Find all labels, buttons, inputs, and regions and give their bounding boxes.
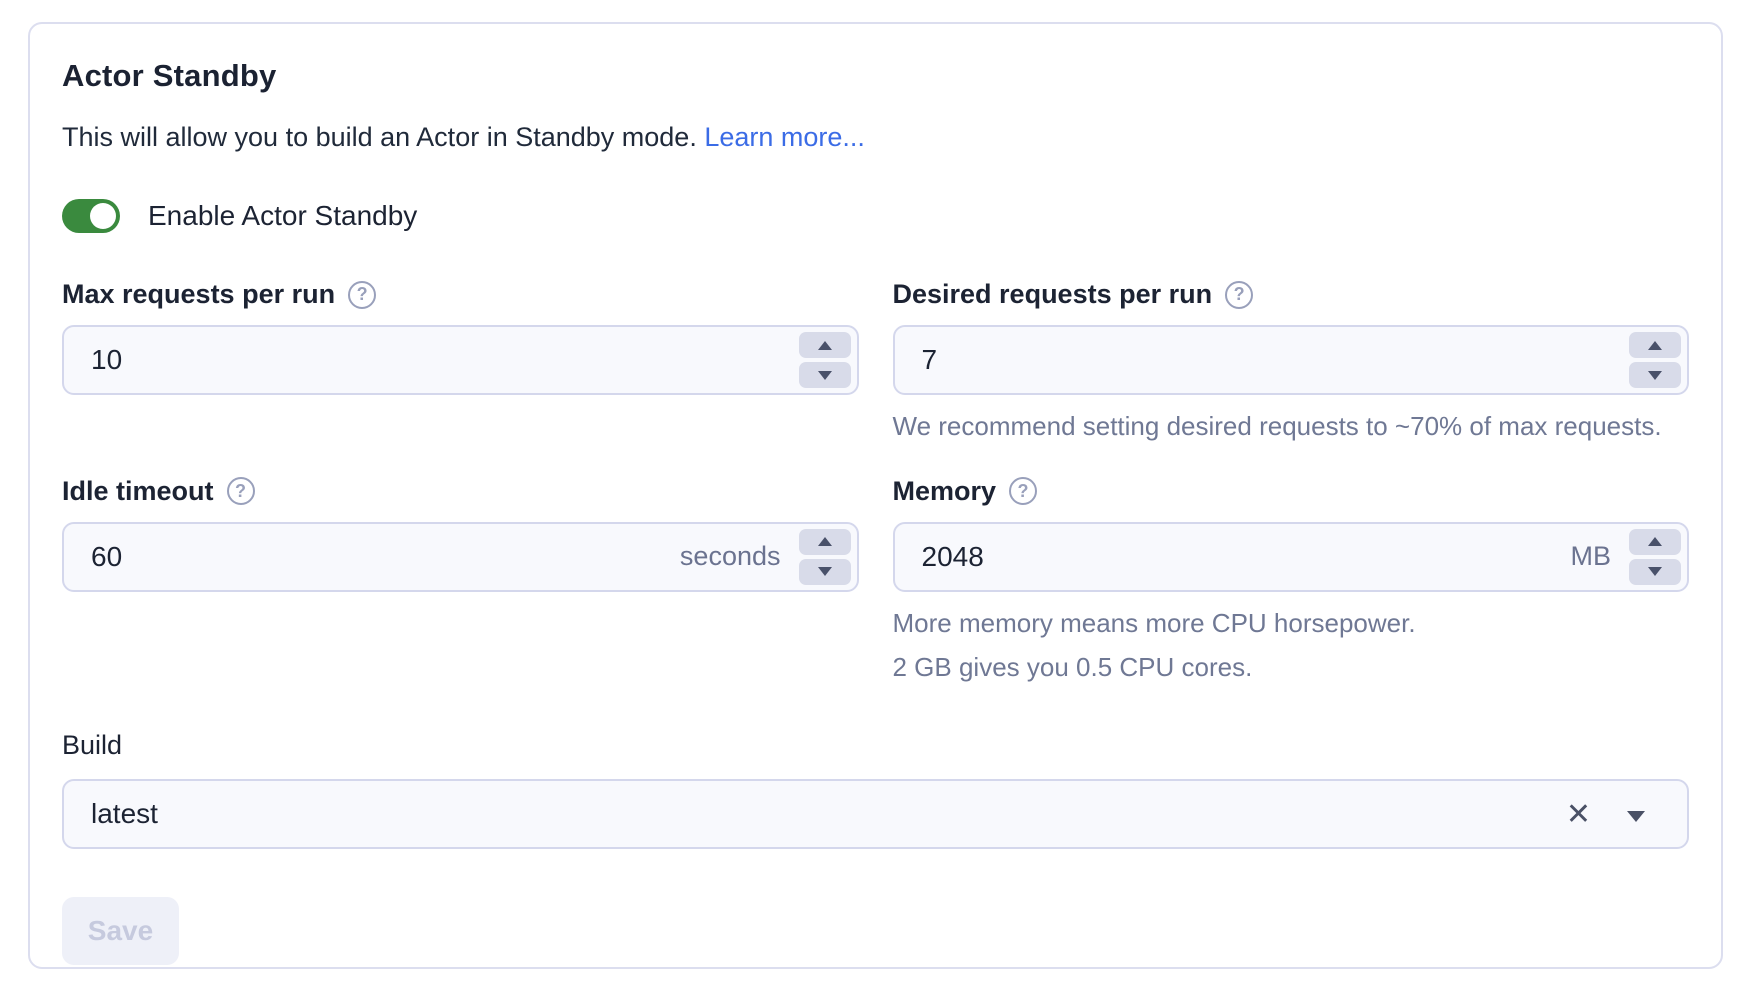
build-select-value: latest: [91, 781, 158, 847]
idle-timeout-input[interactable]: [64, 524, 857, 590]
enable-standby-row: Enable Actor Standby: [62, 199, 1689, 233]
chevron-down-icon[interactable]: [1627, 811, 1645, 822]
help-icon[interactable]: ?: [1225, 281, 1253, 309]
arrow-up-icon: [1648, 537, 1662, 546]
enable-standby-toggle[interactable]: [62, 199, 120, 233]
arrow-down-icon: [818, 567, 832, 576]
stepper-up-button[interactable]: [1629, 332, 1681, 358]
stepper-down-button[interactable]: [799, 362, 851, 388]
enable-standby-label: Enable Actor Standby: [148, 200, 417, 232]
stepper-down-button[interactable]: [799, 559, 851, 585]
desired-requests-label-row: Desired requests per run ?: [893, 279, 1690, 310]
idle-timeout-steppers: [799, 529, 851, 585]
memory-label: Memory: [893, 476, 997, 507]
build-select[interactable]: latest ✕: [62, 779, 1689, 849]
arrow-up-icon: [1648, 341, 1662, 350]
help-icon[interactable]: ?: [1009, 477, 1037, 505]
field-idle-timeout: Idle timeout ? seconds: [62, 476, 859, 685]
help-icon[interactable]: ?: [348, 281, 376, 309]
memory-label-row: Memory ?: [893, 476, 1690, 507]
clear-icon[interactable]: ✕: [1566, 781, 1591, 847]
max-requests-input[interactable]: [64, 327, 857, 393]
stepper-up-button[interactable]: [1629, 529, 1681, 555]
desired-requests-label: Desired requests per run: [893, 279, 1213, 310]
field-build: Build latest ✕: [62, 730, 1689, 849]
idle-timeout-label: Idle timeout: [62, 476, 214, 507]
description-body: This will allow you to build an Actor in…: [62, 122, 697, 152]
max-requests-input-wrap: [62, 325, 859, 395]
memory-helper-line: 2 GB gives you 0.5 CPU cores.: [893, 651, 1690, 685]
learn-more-link[interactable]: Learn more...: [704, 122, 865, 152]
help-icon[interactable]: ?: [227, 477, 255, 505]
field-max-requests: Max requests per run ?: [62, 279, 859, 444]
stepper-up-button[interactable]: [799, 529, 851, 555]
arrow-down-icon: [1648, 567, 1662, 576]
settings-grid: Max requests per run ? Desired requests …: [62, 279, 1689, 684]
actor-standby-card: Actor Standby This will allow you to bui…: [28, 22, 1723, 969]
idle-timeout-input-wrap: seconds: [62, 522, 859, 592]
arrow-down-icon: [818, 371, 832, 380]
memory-helper-line: More memory means more CPU horsepower.: [893, 607, 1690, 641]
memory-input[interactable]: [895, 524, 1688, 590]
desired-requests-input[interactable]: [895, 327, 1688, 393]
toggle-knob: [90, 203, 116, 229]
arrow-up-icon: [818, 341, 832, 350]
arrow-down-icon: [1648, 371, 1662, 380]
arrow-up-icon: [818, 537, 832, 546]
memory-helper: More memory means more CPU horsepower. 2…: [893, 607, 1690, 685]
stepper-down-button[interactable]: [1629, 362, 1681, 388]
desired-requests-helper: We recommend setting desired requests to…: [893, 410, 1690, 444]
stepper-down-button[interactable]: [1629, 559, 1681, 585]
field-desired-requests: Desired requests per run ? We recommend …: [893, 279, 1690, 444]
max-requests-label-row: Max requests per run ?: [62, 279, 859, 310]
field-memory: Memory ? MB More memory means more CPU h…: [893, 476, 1690, 685]
max-requests-steppers: [799, 332, 851, 388]
memory-input-wrap: MB: [893, 522, 1690, 592]
memory-steppers: [1629, 529, 1681, 585]
idle-timeout-label-row: Idle timeout ?: [62, 476, 859, 507]
save-button[interactable]: Save: [62, 897, 179, 965]
description-text: This will allow you to build an Actor in…: [62, 120, 1689, 155]
build-label: Build: [62, 730, 1689, 761]
stepper-up-button[interactable]: [799, 332, 851, 358]
page-title: Actor Standby: [62, 58, 1689, 94]
desired-requests-input-wrap: [893, 325, 1690, 395]
desired-requests-steppers: [1629, 332, 1681, 388]
max-requests-label: Max requests per run: [62, 279, 335, 310]
